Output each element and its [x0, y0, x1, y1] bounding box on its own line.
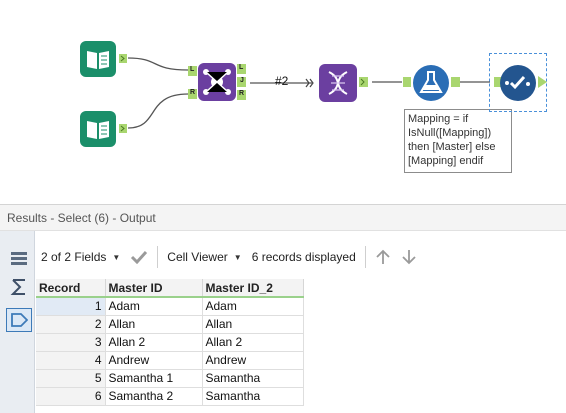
toolbar-divider: [157, 246, 159, 268]
record-number-cell: 3: [36, 333, 106, 352]
formula-input-anchor: [403, 77, 411, 87]
table-row[interactable]: 6 Samantha 2 Samantha: [36, 387, 304, 406]
master-id-cell[interactable]: Samantha 2: [105, 387, 203, 406]
input-book-icon: [80, 41, 127, 77]
column-header-master-id[interactable]: Master ID: [105, 279, 203, 298]
record-number-cell: 4: [36, 351, 106, 370]
sigma-icon: [10, 279, 25, 295]
formula-output-anchor: [451, 77, 460, 87]
join-anchor-label-out-join: J: [240, 77, 244, 84]
master-id-2-cell[interactable]: Allan: [202, 315, 304, 334]
join-anchor-label-left: L: [190, 66, 195, 73]
records-displayed: 6 records displayed: [247, 245, 361, 269]
formula-annotation: Mapping = if IsNull([Mapping]) then [Mas…: [404, 109, 512, 173]
results-toolbar: 2 of 2 Fields ▼ Cell Viewer ▼ 6 records …: [36, 240, 566, 274]
join-anchor-label-right: R: [190, 89, 196, 96]
record-number-cell: 1: [36, 297, 106, 316]
connection-record-count: #2: [275, 74, 289, 88]
toolbar-divider: [364, 246, 366, 268]
chevron-down-icon: ▼: [233, 252, 242, 262]
master-id-cell[interactable]: Allan 2: [105, 333, 203, 352]
master-id-cell[interactable]: Adam: [105, 297, 203, 316]
scroll-up-button[interactable]: [370, 245, 396, 269]
table-row[interactable]: 4 Andrew Andrew: [36, 351, 304, 370]
select-dna-icon: [319, 64, 357, 102]
metadata-button[interactable]: [6, 308, 32, 332]
master-id-cell[interactable]: Andrew: [105, 351, 203, 370]
scroll-down-button[interactable]: [396, 245, 422, 269]
connections-layer: [127, 57, 490, 129]
results-grid[interactable]: Record Master ID Master ID_2 1 Adam Adam…: [36, 279, 304, 406]
input-book-icon: [80, 111, 127, 147]
cell-viewer-label: Cell Viewer: [167, 250, 228, 264]
table-row[interactable]: 1 Adam Adam: [36, 297, 304, 316]
record-number-cell: 2: [36, 315, 106, 334]
join-anchor-label-out-left: L: [239, 64, 244, 71]
table-row[interactable]: 5 Samantha 1 Samantha: [36, 369, 304, 388]
table-row[interactable]: 3 Allan 2 Allan 2: [36, 333, 304, 352]
connection-input1-join: [127, 57, 189, 71]
master-id-2-cell[interactable]: Andrew: [202, 351, 304, 370]
browse-check-icon: [500, 65, 536, 101]
fields-dropdown[interactable]: 2 of 2 Fields ▼: [36, 245, 125, 269]
master-id-cell[interactable]: Samantha 1: [105, 369, 203, 388]
table-view-button[interactable]: [6, 247, 32, 271]
join-anchor-label-out-right: R: [239, 90, 245, 97]
join-icon: [198, 63, 236, 101]
table-rows-icon: [11, 252, 27, 265]
arrow-up-icon: [376, 249, 390, 264]
master-id-2-cell[interactable]: Allan 2: [202, 333, 304, 352]
table-row[interactable]: 2 Allan Allan: [36, 315, 304, 334]
column-header-master-id-2[interactable]: Master ID_2: [202, 279, 304, 298]
master-id-2-cell[interactable]: Adam: [202, 297, 304, 316]
column-header-record[interactable]: Record: [36, 279, 106, 298]
master-id-2-cell[interactable]: Samantha: [202, 369, 304, 388]
formula-flask-icon: [413, 65, 449, 101]
record-number-cell: 6: [36, 387, 106, 406]
apply-fields-button[interactable]: [125, 245, 153, 269]
browse-output-anchor: [538, 76, 547, 88]
fields-dropdown-label: 2 of 2 Fields: [41, 250, 107, 264]
arrow-down-icon: [402, 250, 416, 265]
results-header: Results - Select (6) - Output: [0, 204, 566, 231]
workflow-canvas[interactable]: L R L J R #2 Mapping = if IsNull([Mappin…: [0, 0, 566, 204]
master-id-2-cell[interactable]: Samantha: [202, 387, 304, 406]
connection-input2-join: [127, 93, 189, 129]
records-count-label: 6 records displayed: [251, 250, 356, 264]
grid-header-row: Record Master ID Master ID_2: [36, 279, 304, 298]
summary-button[interactable]: [6, 275, 32, 299]
master-id-cell[interactable]: Allan: [105, 315, 203, 334]
chevron-down-icon: ▼: [112, 252, 121, 262]
cell-viewer-dropdown[interactable]: Cell Viewer ▼: [162, 245, 246, 269]
record-number-cell: 5: [36, 369, 106, 388]
tag-icon: [11, 313, 28, 327]
checkmark-icon: [131, 250, 148, 264]
results-side-toolbar: [0, 231, 35, 413]
